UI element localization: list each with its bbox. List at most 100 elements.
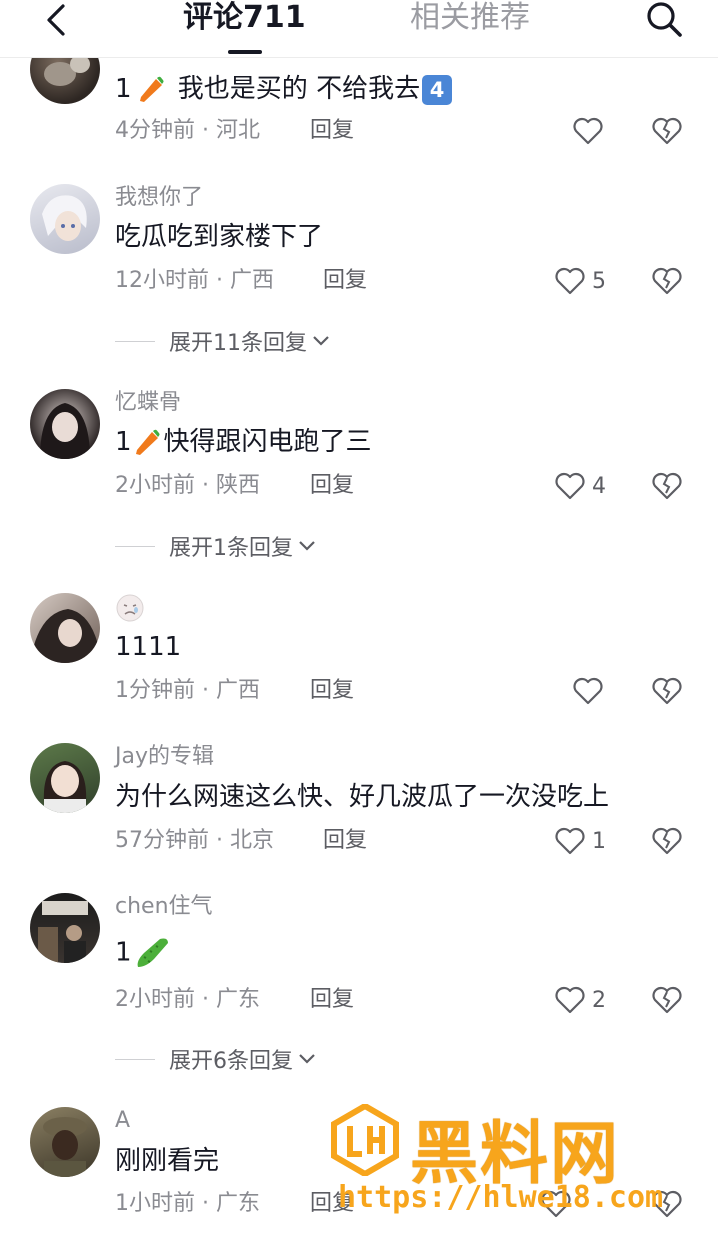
like-count: 1 <box>592 828 606 854</box>
comment-username[interactable] <box>115 593 145 631</box>
reply-button[interactable]: 回复 <box>310 676 354 706</box>
like-button[interactable]: 5 <box>554 263 606 299</box>
reply-button[interactable]: 回复 <box>323 826 367 856</box>
expand-replies-label: 展开11条回复 <box>169 331 307 356</box>
broken-heart-icon <box>652 472 682 500</box>
header: 评论711 相关推荐 <box>0 0 718 58</box>
like-button[interactable]: 1 <box>554 823 606 859</box>
comment-text: 1111 <box>115 632 182 662</box>
broken-heart-icon <box>652 677 682 705</box>
comment-text: 1 <box>115 935 172 971</box>
comment-location: 陕西 <box>215 473 260 498</box>
comment-time: 12小时前 <box>115 268 209 293</box>
dislike-button[interactable] <box>650 113 684 149</box>
chevron-down-icon <box>297 539 317 553</box>
comment-text-prefix: 1 <box>115 937 132 968</box>
expand-replies-button[interactable]: 展开6条回复 <box>115 1044 317 1074</box>
comment-location: 河北 <box>215 118 260 143</box>
broken-heart-icon <box>652 117 682 145</box>
comment-meta: 2小时前 · 陕西 <box>115 473 260 498</box>
broken-heart-icon <box>652 1190 682 1218</box>
comment-meta: 2小时前 · 广东 <box>115 987 260 1012</box>
comment-time: 1分钟前 <box>115 678 195 703</box>
reply-button[interactable]: 回复 <box>323 266 367 296</box>
comment-meta: 12小时前 · 广西 <box>115 268 274 293</box>
expand-replies-label: 展开1条回复 <box>169 536 293 561</box>
reply-button[interactable]: 回复 <box>310 1189 354 1219</box>
heart-icon <box>555 472 585 500</box>
comment-location: 北京 <box>229 828 274 853</box>
avatar[interactable] <box>30 743 100 813</box>
heart-icon <box>555 986 585 1014</box>
comment-text-prefix: 1 <box>115 427 132 457</box>
carrot-emoji-icon <box>132 428 162 458</box>
avatar[interactable] <box>30 184 100 254</box>
comment-meta: 57分钟前 · 北京 <box>115 828 274 853</box>
comment-time: 2小时前 <box>115 473 195 498</box>
comment-text: 为什么网速这么快、好几波瓜了一次没吃上 <box>115 782 610 812</box>
chevron-left-icon <box>47 4 65 36</box>
active-tab-indicator <box>228 50 262 54</box>
reply-button[interactable]: 回复 <box>310 471 354 501</box>
comment-text-prefix: 1 <box>115 74 132 104</box>
tab-related[interactable]: 相关推荐 <box>410 0 530 36</box>
comment-username[interactable]: Jay的专辑 <box>115 743 214 771</box>
comment-text: 1 我也是买的 不给我去 4 <box>115 72 453 106</box>
like-count: 2 <box>592 987 606 1013</box>
comment-text-body: 快得跟闪电跑了三 <box>163 427 372 457</box>
reply-button[interactable]: 回复 <box>310 116 354 146</box>
dislike-button[interactable] <box>650 982 684 1018</box>
like-count: 5 <box>592 268 606 294</box>
heart-icon <box>541 1190 571 1218</box>
like-button[interactable] <box>540 1186 572 1222</box>
like-button[interactable]: 4 <box>554 468 606 504</box>
avatar[interactable] <box>30 389 100 459</box>
comment-text-body: 我也是买的 不给我去 <box>169 74 421 104</box>
comment-text: 刚刚看完 <box>115 1146 220 1176</box>
heart-icon <box>555 267 585 295</box>
comment-username[interactable]: 我想你了 <box>115 184 203 212</box>
number-four-emoji-icon: 4 <box>422 74 453 105</box>
like-count: 4 <box>592 473 606 499</box>
reply-button[interactable]: 回复 <box>310 985 354 1015</box>
chevron-down-icon <box>311 334 331 348</box>
back-button[interactable] <box>36 0 76 40</box>
cucumber-emoji-icon <box>132 935 172 971</box>
divider <box>115 545 155 547</box>
heart-icon <box>573 677 603 705</box>
comment-username[interactable]: A <box>115 1107 130 1135</box>
comment-list: 1 我也是买的 不给我去 4 4分钟前 · 河北 回复 我想你了 吃瓜吃到家楼下了… <box>0 0 718 1247</box>
dislike-button[interactable] <box>650 263 684 299</box>
comment-location: 广东 <box>215 1191 260 1216</box>
comment-username[interactable]: chen住气 <box>115 893 213 921</box>
carrot-emoji-icon <box>136 75 166 105</box>
heart-icon <box>555 827 585 855</box>
like-button[interactable] <box>572 673 604 709</box>
avatar[interactable] <box>30 893 100 963</box>
broken-heart-icon <box>652 267 682 295</box>
dislike-button[interactable] <box>650 1186 684 1222</box>
search-icon <box>647 2 682 37</box>
expand-replies-button[interactable]: 展开1条回复 <box>115 531 317 561</box>
sad-face-emoji-icon <box>115 594 145 629</box>
comment-username[interactable]: 忆蝶骨 <box>115 389 181 417</box>
avatar[interactable] <box>30 593 100 663</box>
dislike-button[interactable] <box>650 823 684 859</box>
tab-comments[interactable]: 评论711 <box>183 0 306 36</box>
expand-replies-button[interactable]: 展开11条回复 <box>115 326 331 356</box>
comment-location: 广东 <box>215 987 260 1012</box>
comment-time: 1小时前 <box>115 1191 195 1216</box>
comment-location: 广西 <box>215 678 260 703</box>
comment-text: 1 快得跟闪电跑了三 <box>115 425 372 459</box>
search-button[interactable] <box>642 0 686 40</box>
divider <box>115 340 155 342</box>
avatar[interactable] <box>30 1107 100 1177</box>
dislike-button[interactable] <box>650 673 684 709</box>
broken-heart-icon <box>652 827 682 855</box>
broken-heart-icon <box>652 986 682 1014</box>
expand-replies-label: 展开6条回复 <box>169 1049 293 1074</box>
comment-meta: 1小时前 · 广东 <box>115 1191 260 1216</box>
like-button[interactable] <box>572 113 604 149</box>
dislike-button[interactable] <box>650 468 684 504</box>
like-button[interactable]: 2 <box>554 982 606 1018</box>
